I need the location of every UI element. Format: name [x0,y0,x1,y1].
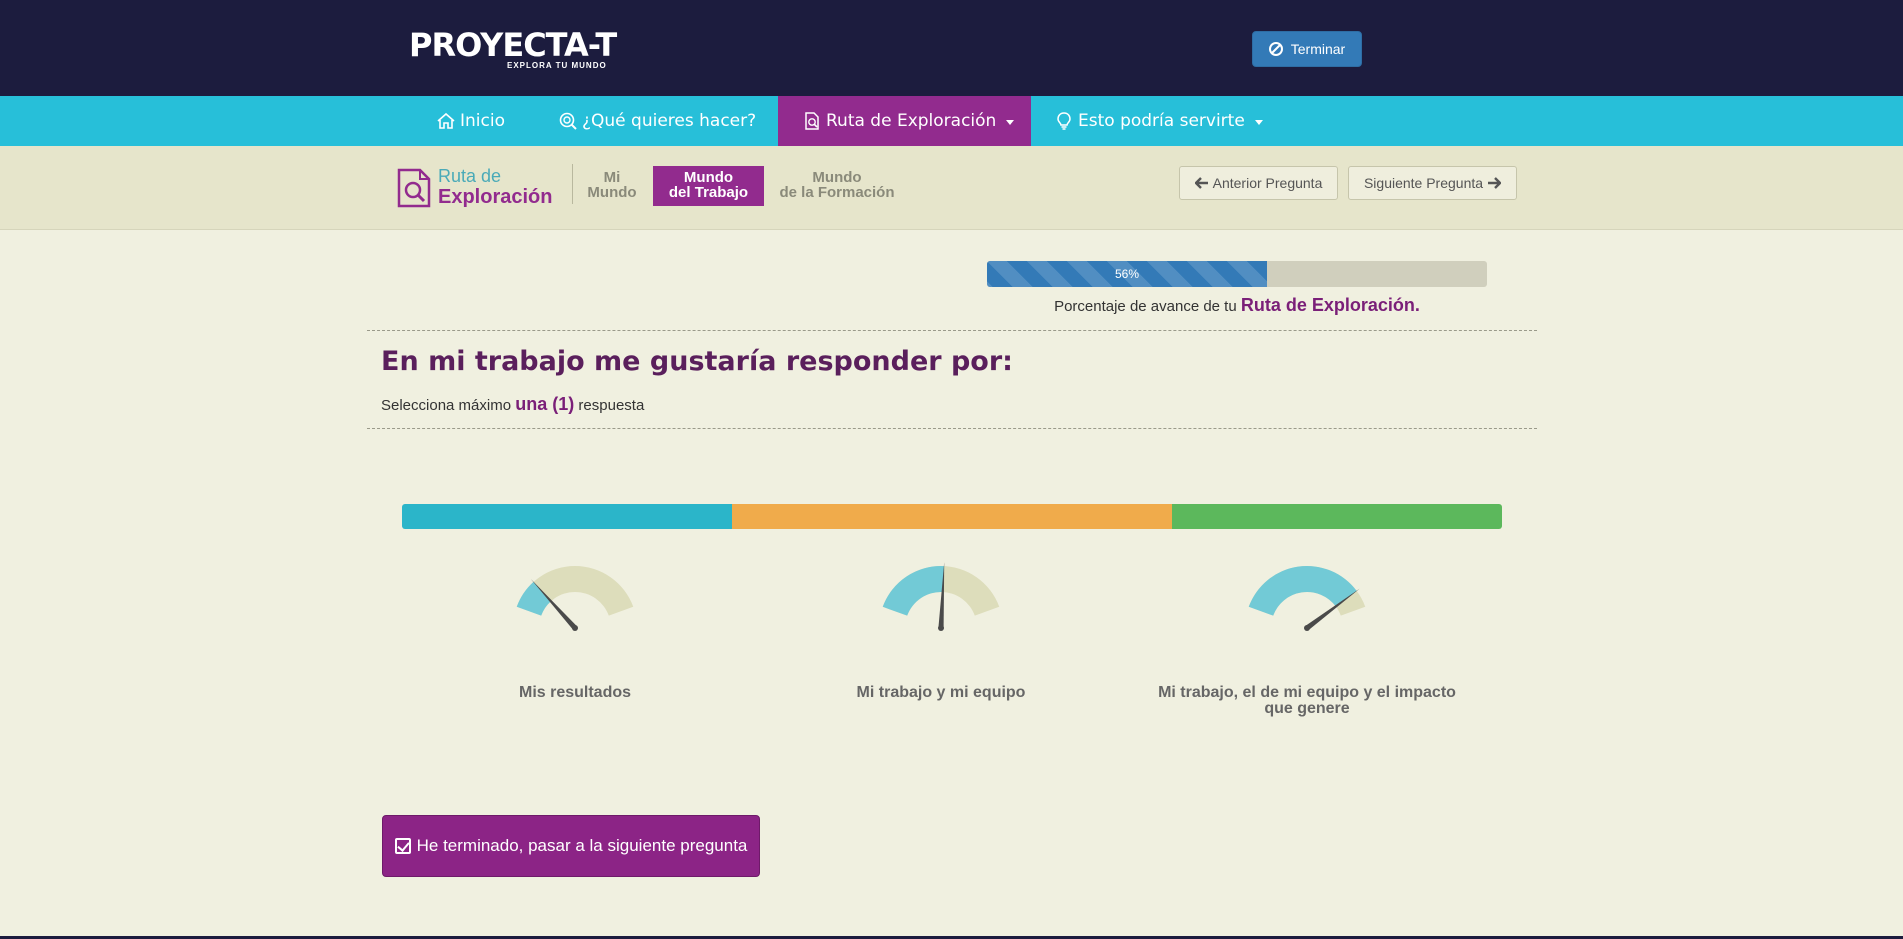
gauge-hub [938,625,944,631]
progress-bar: 56% [987,261,1487,287]
gauge-fill [882,566,945,616]
progress-caption: Porcentaje de avance de tu Ruta de Explo… [987,295,1487,316]
divider [367,428,1537,429]
route-subheader: Ruta de Exploración Mi Mundo Mundo del T… [0,146,1903,230]
question-instruction: Selecciona máximo una (1) respuesta [381,394,644,415]
divider [367,330,1537,331]
logo-text: PROYECTA-T [409,26,617,64]
terminar-button[interactable]: Terminar [1252,31,1362,67]
tab-mundo-del-trabajo[interactable]: Mundo del Trabajo [653,166,764,206]
tab-line2: Mundo [587,184,637,201]
document-search-icon [397,168,431,208]
nav-label: ¿Qué quieres hacer? [582,111,757,131]
route-search-icon [805,112,819,130]
response-scale-bar [402,504,1502,529]
finish-question-label: He terminado, pasar a la siguiente pregu… [416,836,748,855]
ruta-exploracion-badge: Ruta de Exploración [396,166,561,212]
search-target-icon [559,112,577,130]
progress-percent: 56% [1114,267,1140,281]
chevron-down-icon [1006,119,1015,125]
finish-question-button[interactable]: He terminado, pasar a la siguiente pregu… [382,815,760,877]
check-square-icon [394,838,411,854]
arrow-left-icon [1194,177,1208,189]
instruction-suffix: respuesta [578,397,645,414]
tab-mundo-de-la-formacion[interactable]: Mundo de la Formación [772,166,902,206]
option-label-mis-resultados[interactable]: Mis resultados [475,685,675,701]
option-label-mi-trabajo-equipo-impacto[interactable]: Mi trabajo, el de mi equipo y el impacto… [1147,685,1467,717]
gauge-option-1[interactable] [510,560,640,640]
gauge-hub [572,625,578,631]
terminar-label: Terminar [1290,41,1346,57]
gauge-hub [1304,625,1310,631]
top-header: PROYECTA-T EXPLORA TU MUNDO Terminar [0,0,1903,96]
arrow-right-icon [1488,177,1502,189]
instruction-highlight: una (1) [515,394,575,414]
tab-line1: Mi [603,169,621,186]
home-icon [437,112,455,129]
logo-tagline: EXPLORA TU MUNDO [507,61,607,70]
nav-item-esto-podria-servirte[interactable]: Esto podría servirte [1054,96,1263,146]
next-question-label: Siguiente Pregunta [1363,175,1484,191]
instruction-prefix: Selecciona máximo [381,397,512,414]
previous-question-label: Anterior Pregunta [1212,175,1323,191]
divider [572,164,573,204]
option-label-mi-trabajo-y-mi-equipo[interactable]: Mi trabajo y mi equipo [841,685,1041,701]
gauge-option-3[interactable] [1242,560,1372,640]
nav-label: Ruta de Exploración [826,111,997,131]
tab-line2: del Trabajo [668,184,749,201]
progress-caption-highlight: Ruta de Exploración. [1240,295,1420,315]
route-title-line2: Exploración [438,186,553,208]
previous-question-button[interactable]: Anterior Pregunta [1179,166,1338,200]
tab-line1: Mundo [812,169,862,186]
tab-line1: Mundo [683,169,734,186]
nav-label: Esto podría servirte [1078,111,1245,131]
nav-label: Inicio [460,111,505,131]
ban-icon [1268,42,1283,56]
question-title: En mi trabajo me gustaría responder por: [381,346,1013,377]
progress-caption-prefix: Porcentaje de avance de tu [1054,298,1237,315]
scale-segment-low [402,504,732,529]
nav-item-inicio[interactable]: Inicio [436,96,536,146]
proyecta-t-logo[interactable]: PROYECTA-T EXPLORA TU MUNDO [409,26,634,70]
lightbulb-icon [1057,112,1071,130]
next-question-button[interactable]: Siguiente Pregunta [1348,166,1517,200]
scale-segment-high [1172,504,1502,529]
route-title-line1: Ruta de [438,166,502,186]
scale-segment-mid [732,504,1172,529]
tab-mi-mundo[interactable]: Mi Mundo [580,166,644,206]
chevron-down-icon [1254,119,1263,125]
main-nav: Inicio ¿Qué quieres hacer? Ruta de Explo… [0,96,1903,146]
tab-line2: de la Formación [779,184,895,201]
nav-item-ruta-de-exploracion[interactable]: Ruta de Exploración [778,96,1031,146]
nav-item-que-quieres-hacer[interactable]: ¿Qué quieres hacer? [558,96,756,146]
gauge-option-2[interactable] [876,560,1006,640]
